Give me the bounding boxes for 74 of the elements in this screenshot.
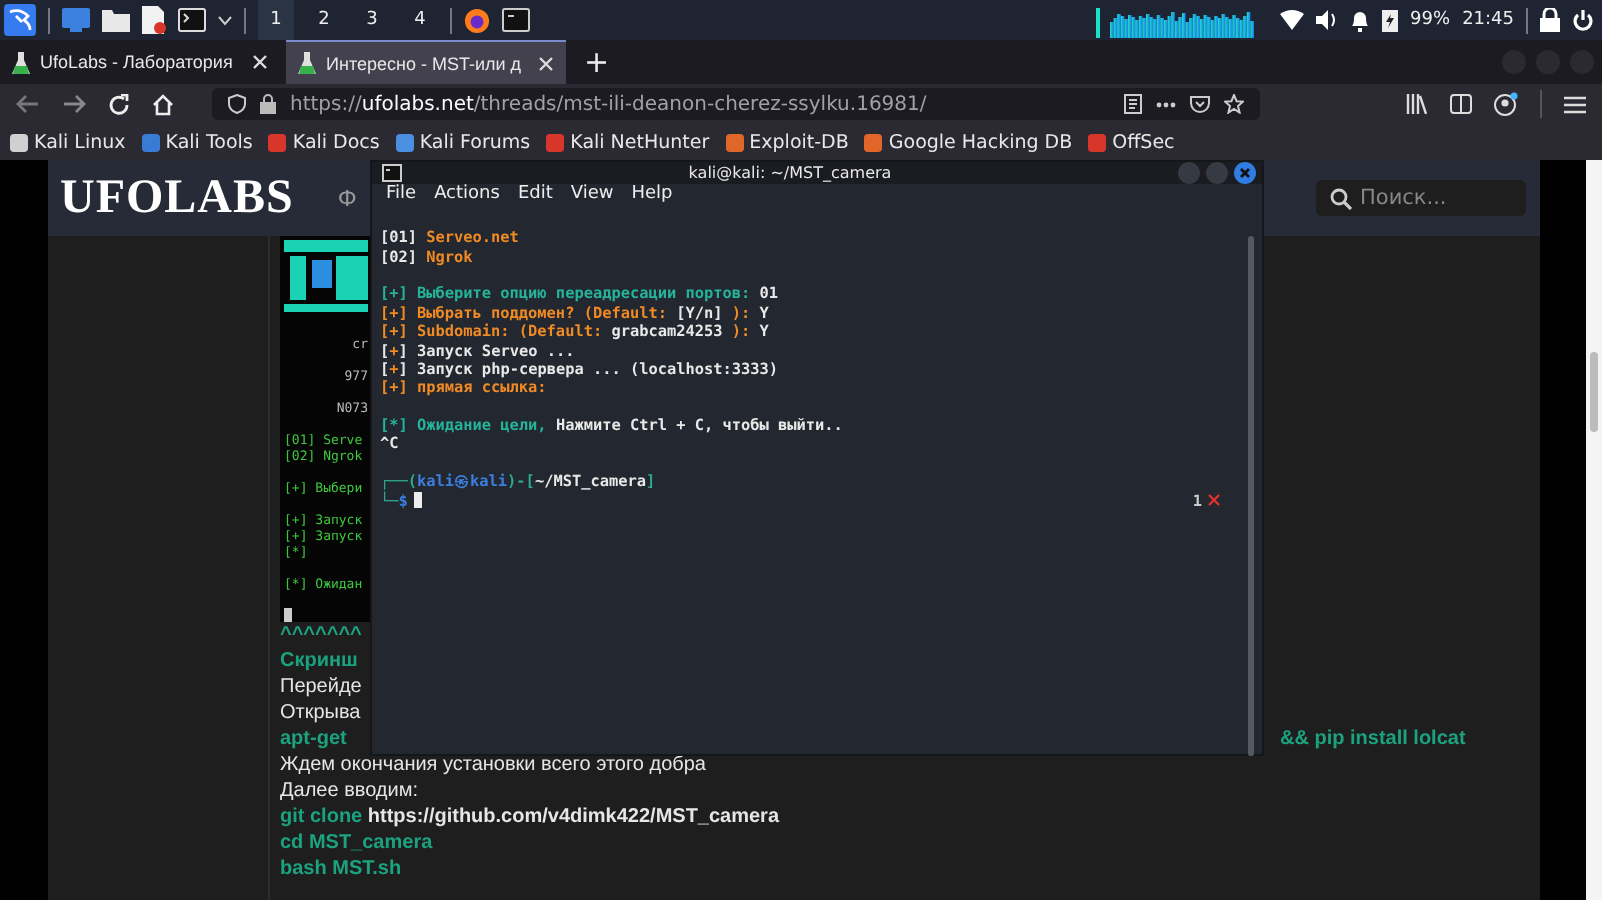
- address-bar[interactable]: https://ufolabs.net/threads/mst-ili-deanon-cherez-ssylku.16981/: [212, 88, 1260, 120]
- search-icon: [1330, 187, 1352, 209]
- url-text: https://ufolabs.net/threads/mst-ili-deanon-cherez-ssylku.16981/: [290, 93, 927, 115]
- document-icon[interactable]: [142, 6, 166, 34]
- bookmark-link[interactable]: OffSec: [1088, 131, 1175, 153]
- article-line: Открыва: [280, 702, 363, 724]
- bell-icon[interactable]: [1350, 9, 1371, 31]
- more-icon[interactable]: [1156, 101, 1176, 107]
- star-icon[interactable]: [1224, 94, 1244, 114]
- battery-icon: [1382, 8, 1399, 32]
- power-icon[interactable]: [1572, 9, 1594, 31]
- article-line: ^^^^^^^: [280, 624, 364, 646]
- scrollbar-thumb[interactable]: [1248, 236, 1254, 756]
- bookmark-link[interactable]: Kali NetHunter: [546, 131, 710, 153]
- library-icon[interactable]: [1406, 94, 1428, 114]
- browser-tab[interactable]: Интересно - MST-или д: [286, 40, 566, 84]
- menu-item[interactable]: Help: [631, 184, 673, 204]
- account-icon[interactable]: [1494, 92, 1518, 116]
- menu-item[interactable]: View: [570, 184, 614, 204]
- home-icon[interactable]: [152, 93, 174, 115]
- menu-icon[interactable]: [1564, 95, 1586, 113]
- menu-item[interactable]: Edit: [517, 184, 553, 204]
- article-line: apt-get: [280, 728, 349, 750]
- new-tab-button[interactable]: +: [572, 40, 622, 84]
- folder-icon[interactable]: [102, 8, 130, 32]
- workspace-button[interactable]: 4: [402, 0, 438, 40]
- window-title: kali@kali: ~/MST_camera: [686, 164, 894, 182]
- workspace-button[interactable]: 1: [258, 0, 294, 40]
- article-line: Скринш: [280, 650, 360, 672]
- scrollbar-thumb[interactable]: [1590, 352, 1598, 432]
- terminal-icon[interactable]: [178, 8, 206, 32]
- menu-item[interactable]: Actions: [434, 184, 500, 204]
- caret-icon[interactable]: [218, 15, 232, 25]
- pocket-icon[interactable]: [1190, 95, 1210, 113]
- flask-icon: [12, 51, 30, 73]
- bookmark-link[interactable]: Kali Linux: [10, 131, 126, 153]
- sidebar-icon[interactable]: [1450, 94, 1472, 114]
- lock-icon[interactable]: [260, 94, 276, 114]
- flask-icon: [298, 52, 316, 74]
- cursor-block: [284, 608, 292, 622]
- search-field[interactable]: Поиск...: [1316, 180, 1526, 216]
- lock-icon[interactable]: [1540, 8, 1560, 32]
- nav-link[interactable]: Ф: [337, 185, 357, 211]
- terminal-icon[interactable]: [502, 8, 530, 32]
- forward-icon[interactable]: [62, 94, 86, 114]
- menu-item[interactable]: File: [386, 184, 417, 204]
- bookmark-link[interactable]: Kali Tools: [141, 131, 253, 153]
- article-line: bash MST.sh: [280, 858, 404, 880]
- desktop-icon[interactable]: [62, 8, 90, 32]
- firefox-icon[interactable]: [464, 7, 490, 33]
- article-line: && pip install lolcat: [1280, 728, 1468, 750]
- browser-tab[interactable]: UfoLabs - Лаборатория: [0, 40, 280, 84]
- volume-icon[interactable]: [1316, 10, 1339, 30]
- article-line: cd MST_camera: [280, 832, 435, 854]
- reload-icon[interactable]: [108, 93, 130, 115]
- article-line: git clone https://github.com/v4dimk422/MST_camera: [280, 806, 782, 828]
- site-logo[interactable]: UFOLABS: [60, 171, 294, 225]
- battery-percentage: 99%: [1410, 10, 1451, 30]
- article-line: Перейде: [280, 676, 364, 698]
- bookmark-link[interactable]: Kali Docs: [268, 131, 380, 153]
- ascii-art-drawing: [284, 236, 368, 316]
- bookmark-link[interactable]: Google Hacking DB: [864, 131, 1073, 153]
- workspace-button[interactable]: 2: [306, 0, 342, 40]
- clock[interactable]: 21:45: [1462, 10, 1514, 30]
- reader-view-icon[interactable]: [1124, 94, 1142, 114]
- article-line: Ждем окончания установки всего этого добра: [280, 754, 708, 776]
- bookmark-link[interactable]: Exploit-DB: [725, 131, 849, 153]
- shield-icon[interactable]: [228, 94, 246, 114]
- cursor-block: [413, 492, 422, 509]
- back-icon[interactable]: [16, 94, 40, 114]
- bookmark-link[interactable]: Kali Forums: [395, 131, 531, 153]
- article-line: Далее вводим:: [280, 780, 420, 802]
- wifi-icon[interactable]: [1280, 10, 1305, 30]
- workspace-button[interactable]: 3: [354, 0, 390, 40]
